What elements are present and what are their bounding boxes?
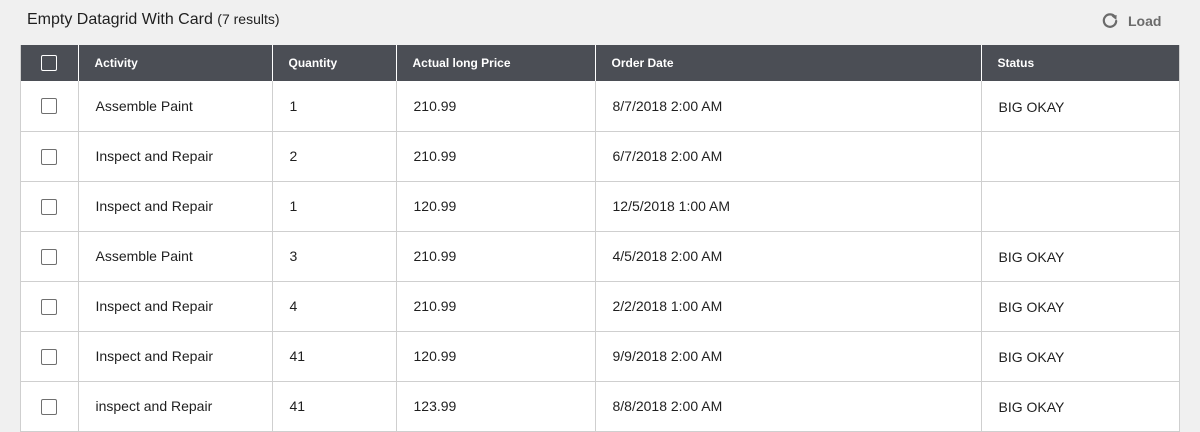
column-header-quantity[interactable]: Quantity <box>272 45 397 81</box>
page-title-text: Empty Datagrid With Card <box>27 11 213 28</box>
row-checkbox[interactable] <box>41 248 58 265</box>
cell-quantity: 41 <box>272 331 397 382</box>
table-row[interactable]: Inspect and Repair 41 120.99 9/9/2018 2:00 … <box>21 331 1179 382</box>
cell-quantity: 3 <box>272 231 397 282</box>
cell-status: BIG OKAY <box>981 81 1179 132</box>
cell-status: BIG OKAY <box>981 231 1179 282</box>
row-checkbox[interactable] <box>41 198 58 215</box>
datagrid-table: Activity Quantity Actual long Price Orde… <box>21 45 1179 432</box>
cell-order-date: 8/7/2018 2:00 AM <box>595 81 982 132</box>
row-select-cell <box>21 231 79 282</box>
page-title: Empty Datagrid With Card (7 results) <box>27 11 280 29</box>
cell-price: 120.99 <box>396 181 596 232</box>
cell-activity: Inspect and Repair <box>78 131 273 182</box>
cell-price: 120.99 <box>396 331 596 382</box>
cell-order-date: 4/5/2018 2:00 AM <box>595 231 982 282</box>
row-select-cell <box>21 81 79 132</box>
cell-status: BIG OKAY <box>981 331 1179 382</box>
cell-activity: Assemble Paint <box>78 231 273 282</box>
result-count: (7 results) <box>217 11 280 27</box>
cell-price: 210.99 <box>396 81 596 132</box>
cell-activity: Inspect and Repair <box>78 331 273 382</box>
cell-order-date: 8/8/2018 2:00 AM <box>595 381 982 432</box>
row-select-cell <box>21 181 79 232</box>
row-checkbox[interactable] <box>41 298 58 315</box>
cell-order-date: 2/2/2018 1:00 AM <box>595 281 982 332</box>
cell-order-date: 9/9/2018 2:00 AM <box>595 331 982 382</box>
cell-price: 210.99 <box>396 281 596 332</box>
table-row[interactable]: inspect and Repair 41 123.99 8/8/2018 2:00 … <box>21 381 1179 432</box>
column-header-status[interactable]: Status <box>981 45 1179 81</box>
cell-activity: Assemble Paint <box>78 81 273 132</box>
row-select-cell <box>21 281 79 332</box>
column-header-price[interactable]: Actual long Price <box>396 45 596 81</box>
cell-price: 123.99 <box>396 381 596 432</box>
row-select-cell <box>21 331 79 382</box>
refresh-icon <box>1101 12 1119 30</box>
load-label: Load <box>1128 13 1162 29</box>
cell-quantity: 4 <box>272 281 397 332</box>
cell-activity: inspect and Repair <box>78 381 273 432</box>
load-button[interactable]: Load <box>1101 10 1161 32</box>
cell-quantity: 1 <box>272 81 397 132</box>
cell-quantity: 2 <box>272 131 397 182</box>
cell-status <box>981 131 1179 182</box>
cell-activity: Inspect and Repair <box>78 281 273 332</box>
row-checkbox[interactable] <box>41 398 58 415</box>
table-row[interactable]: Assemble Paint 3 210.99 4/5/2018 2:00 AM BIG… <box>21 231 1179 282</box>
table-row[interactable]: Inspect and Repair 2 210.99 6/7/2018 2:00 A… <box>21 131 1179 182</box>
cell-quantity: 41 <box>272 381 397 432</box>
row-checkbox[interactable] <box>41 98 58 115</box>
table-row[interactable]: Inspect and Repair 1 120.99 12/5/2018 1:00 … <box>21 181 1179 232</box>
cell-order-date: 6/7/2018 2:00 AM <box>595 131 982 182</box>
header-row: Activity Quantity Actual long Price Orde… <box>21 45 1179 81</box>
table-row[interactable]: Assemble Paint 1 210.99 8/7/2018 2:00 AM BIG… <box>21 81 1179 132</box>
cell-price: 210.99 <box>396 131 596 182</box>
select-all-checkbox[interactable] <box>41 55 58 71</box>
select-all-cell <box>21 45 79 81</box>
row-select-cell <box>21 131 79 182</box>
cell-price: 210.99 <box>396 231 596 282</box>
cell-status <box>981 181 1179 232</box>
row-checkbox[interactable] <box>41 148 58 165</box>
cell-status: BIG OKAY <box>981 281 1179 332</box>
column-header-order-date[interactable]: Order Date <box>595 45 982 81</box>
column-header-activity[interactable]: Activity <box>78 45 273 81</box>
datagrid: Activity Quantity Actual long Price Orde… <box>20 45 1180 432</box>
grid-toolbar: Empty Datagrid With Card (7 results) Loa… <box>0 0 1200 42</box>
row-select-cell <box>21 381 79 432</box>
row-checkbox[interactable] <box>41 348 58 365</box>
cell-quantity: 1 <box>272 181 397 232</box>
table-row[interactable]: Inspect and Repair 4 210.99 2/2/2018 1:00 A… <box>21 281 1179 332</box>
cell-status: BIG OKAY <box>981 381 1179 432</box>
cell-order-date: 12/5/2018 1:00 AM <box>595 181 982 232</box>
cell-activity: Inspect and Repair <box>78 181 273 232</box>
